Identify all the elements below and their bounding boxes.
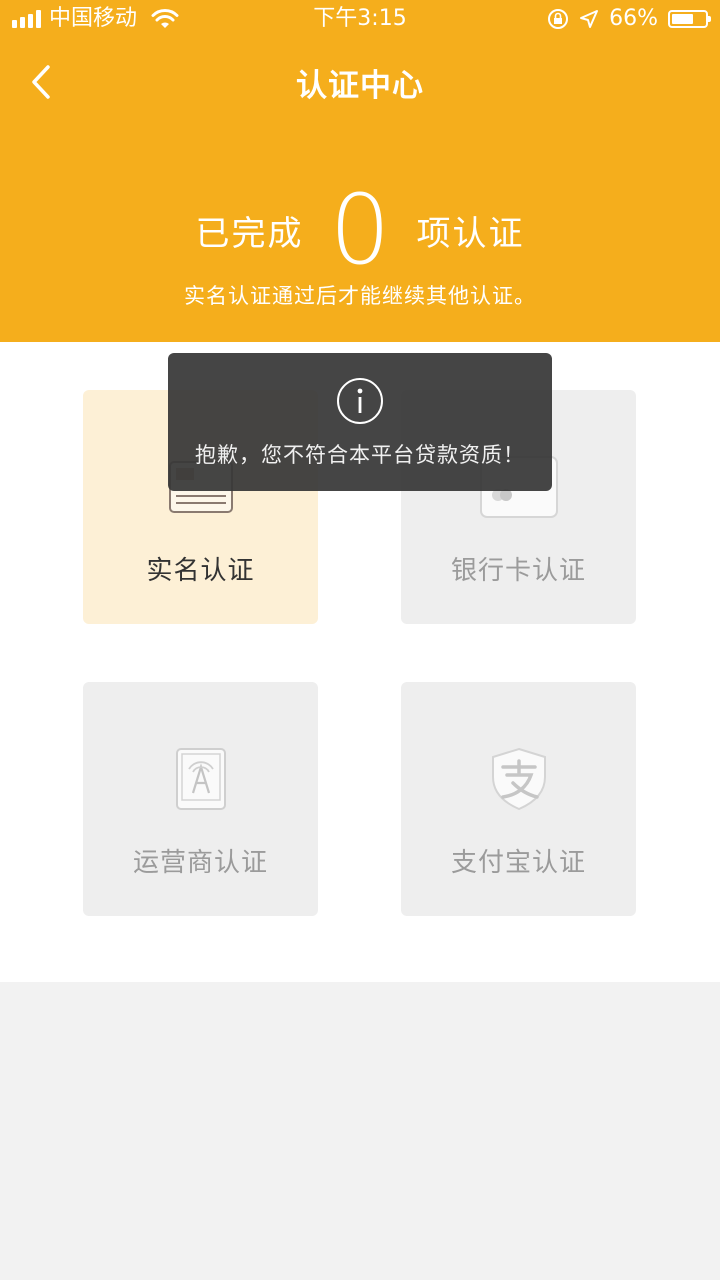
location-arrow-icon bbox=[580, 10, 599, 28]
tile-alipay[interactable]: 支付宝认证 bbox=[401, 682, 636, 916]
header: 中国移动 下午3:15 66% 认证中心 已完成 0 项认证 实名认证通过后才能… bbox=[0, 0, 720, 342]
alipay-icon bbox=[474, 744, 564, 814]
mobile-operator-icon bbox=[156, 744, 246, 814]
tile-label-alipay: 支付宝认证 bbox=[450, 848, 586, 878]
app-screen: 中国移动 下午3:15 66% 认证中心 已完成 0 项认证 实名认证通过后才能… bbox=[0, 0, 720, 1280]
progress-suffix: 项认证 bbox=[416, 213, 525, 254]
status-right: 66% bbox=[547, 6, 711, 32]
page-title: 认证中心 bbox=[296, 68, 424, 104]
tile-label-mobile-operator: 运营商认证 bbox=[132, 848, 268, 878]
info-icon bbox=[337, 378, 383, 424]
navigation-bar: 认证中心 bbox=[0, 52, 720, 112]
battery-fill bbox=[672, 14, 693, 24]
tile-label-real-name: 实名认证 bbox=[146, 556, 255, 586]
orientation-lock-icon bbox=[548, 9, 569, 29]
certification-progress: 已完成 0 项认证 bbox=[0, 180, 720, 280]
progress-prefix: 已完成 bbox=[195, 213, 304, 254]
tile-label-bank-card: 银行卡认证 bbox=[450, 556, 586, 586]
status-bar: 中国移动 下午3:15 66% bbox=[0, 0, 720, 40]
completed-count: 0 bbox=[329, 174, 391, 286]
error-toast: 抱歉，您不符合本平台贷款资质！ bbox=[168, 353, 552, 491]
certification-hint: 实名认证通过后才能继续其他认证。 bbox=[184, 284, 536, 308]
toast-message: 抱歉，您不符合本平台贷款资质！ bbox=[195, 443, 525, 467]
tile-mobile-operator[interactable]: 运营商认证 bbox=[83, 682, 318, 916]
battery-icon bbox=[668, 10, 711, 28]
battery-percent: 66% bbox=[609, 6, 658, 31]
